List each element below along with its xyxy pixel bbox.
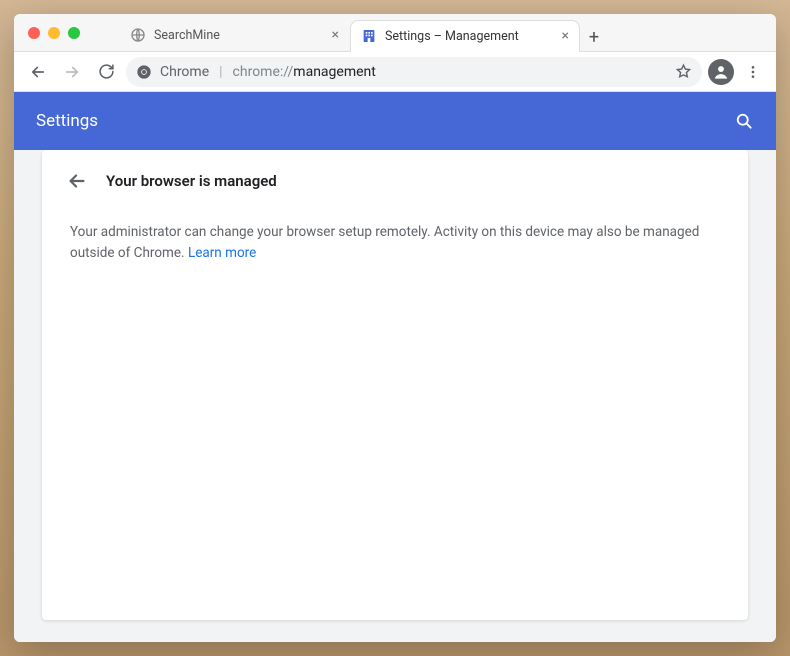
back-arrow-icon[interactable] xyxy=(66,170,88,192)
maximize-window-button[interactable] xyxy=(68,27,80,39)
url-text: chrome://management xyxy=(233,64,665,80)
page-title: Settings xyxy=(36,111,98,131)
profile-avatar[interactable] xyxy=(708,59,734,85)
site-chip-label: Chrome xyxy=(160,64,209,80)
bookmark-star-icon[interactable] xyxy=(675,63,692,80)
tab-label: SearchMine xyxy=(154,28,324,43)
browser-window: SearchMine × Settings – Management × + xyxy=(14,14,776,642)
site-chip[interactable]: Chrome xyxy=(136,64,209,80)
body-text: Your administrator can change your brows… xyxy=(70,224,699,261)
window-controls xyxy=(28,27,80,39)
chrome-product-icon xyxy=(136,64,152,80)
minimize-window-button[interactable] xyxy=(48,27,60,39)
close-window-button[interactable] xyxy=(28,27,40,39)
reload-button[interactable] xyxy=(92,58,120,86)
divider: | xyxy=(219,64,222,80)
tab-searchmine[interactable]: SearchMine × xyxy=(120,19,350,51)
kebab-menu-icon[interactable] xyxy=(740,59,766,85)
tab-settings-management[interactable]: Settings – Management × xyxy=(350,20,580,52)
building-icon xyxy=(361,28,377,44)
search-icon[interactable] xyxy=(734,111,754,131)
close-tab-icon[interactable]: × xyxy=(562,29,569,43)
titlebar: SearchMine × Settings – Management × + xyxy=(14,14,776,52)
management-card: Your browser is managed Your administrat… xyxy=(42,150,748,620)
address-bar[interactable]: Chrome | chrome://management xyxy=(126,57,702,87)
forward-button[interactable] xyxy=(58,58,86,86)
back-button[interactable] xyxy=(24,58,52,86)
tab-strip: SearchMine × Settings – Management × + xyxy=(120,14,768,51)
tab-label: Settings – Management xyxy=(385,29,554,44)
card-title: Your browser is managed xyxy=(106,172,277,190)
card-header: Your browser is managed xyxy=(42,150,748,212)
toolbar: Chrome | chrome://management xyxy=(14,52,776,92)
learn-more-link[interactable]: Learn more xyxy=(188,245,256,261)
settings-header: Settings xyxy=(14,92,776,150)
globe-icon xyxy=(130,27,146,43)
content-area: Your browser is managed Your administrat… xyxy=(14,150,776,642)
close-tab-icon[interactable]: × xyxy=(332,28,339,42)
card-body: Your administrator can change your brows… xyxy=(42,212,748,288)
new-tab-button[interactable]: + xyxy=(580,23,608,51)
